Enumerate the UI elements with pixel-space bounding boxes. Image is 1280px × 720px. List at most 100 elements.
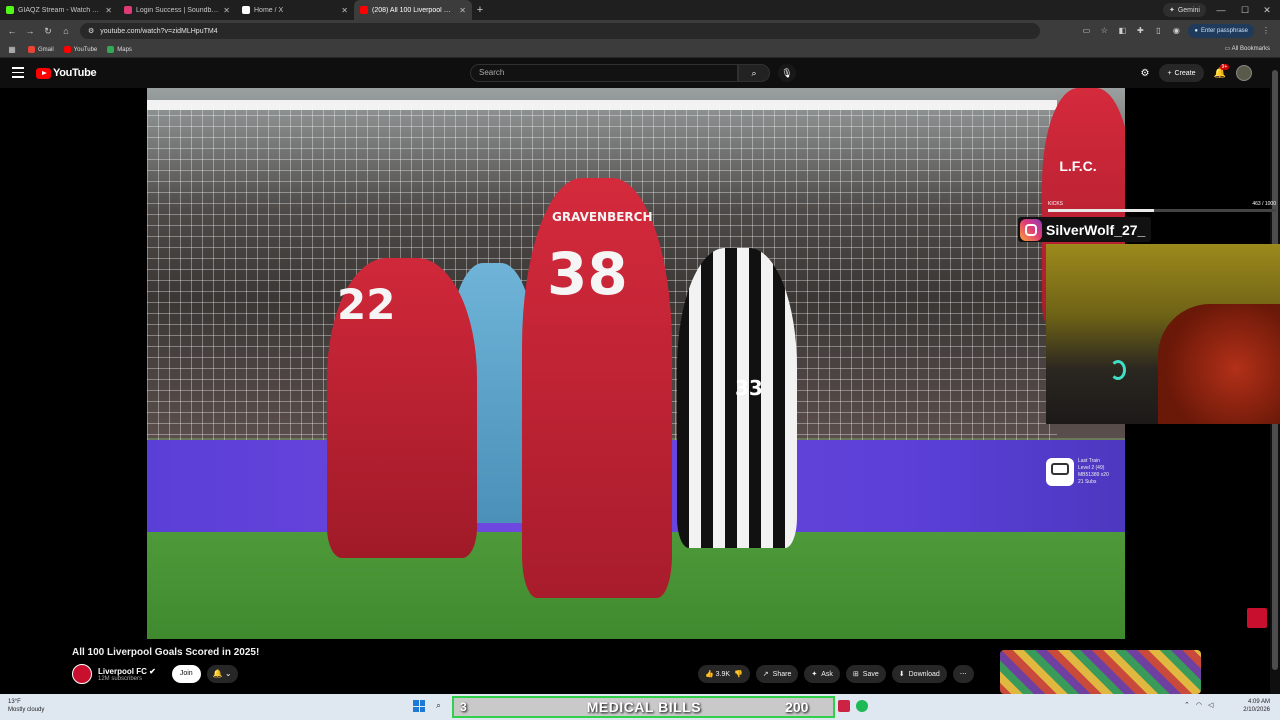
bookmarks-bar: ▦ Gmail YouTube Maps ▭ All Bookmarks bbox=[0, 42, 1280, 58]
plus-icon: + bbox=[1167, 69, 1172, 77]
clock[interactable]: 4:09 AM 2/10/2026 bbox=[1243, 698, 1270, 714]
url-text: youtube.com/watch?v=zidMLHpuTM4 bbox=[100, 27, 218, 35]
sidepanel-icon[interactable]: ▯ bbox=[1152, 25, 1164, 37]
channel-avatar[interactable] bbox=[72, 664, 92, 684]
close-tab-icon[interactable]: ✕ bbox=[223, 6, 230, 15]
x-favicon-icon bbox=[242, 6, 250, 14]
dislike-button[interactable]: 👎 bbox=[734, 670, 743, 678]
verified-icon: ✔ bbox=[149, 666, 156, 676]
channel-watermark-icon[interactable] bbox=[1247, 608, 1267, 628]
weather-widget[interactable]: 13°F Mostly cloudy bbox=[8, 698, 44, 714]
tab-soundboard[interactable]: Login Success | Soundboard Bot ✕ bbox=[118, 0, 236, 20]
extension-gear-icon[interactable]: ⚙ bbox=[1140, 68, 1149, 79]
train-icon bbox=[1046, 458, 1074, 486]
puzzle-icon[interactable]: ✚ bbox=[1134, 25, 1146, 37]
bookmark-label: Maps bbox=[117, 46, 132, 53]
recommended-video-thumbnail[interactable] bbox=[1000, 650, 1201, 694]
notifications-bell-icon[interactable]: 🔔 9+ bbox=[1214, 63, 1230, 79]
create-button[interactable]: + Create bbox=[1159, 64, 1204, 82]
home-icon[interactable]: ⌂ bbox=[58, 23, 74, 39]
search-icon[interactable]: ⌕ bbox=[738, 64, 770, 82]
apps-grid-icon[interactable]: ▦ bbox=[6, 44, 18, 56]
tab-giaqz-stream[interactable]: GIAQZ Stream - Watch Live ✕ bbox=[0, 0, 118, 20]
download-button[interactable]: ⬇ Download bbox=[891, 665, 947, 683]
bookmark-gmail[interactable]: Gmail bbox=[28, 46, 54, 53]
spotify-taskbar-icon[interactable] bbox=[856, 700, 868, 712]
gemini-button[interactable]: ✦ Gemini bbox=[1162, 3, 1206, 17]
youtube-icon bbox=[63, 46, 71, 53]
chevron-up-icon[interactable]: ⌃ bbox=[1184, 701, 1190, 709]
video-title: All 100 Liverpool Goals Scored in 2025! bbox=[72, 647, 260, 658]
defender-number: 33 bbox=[735, 376, 763, 400]
ask-label: Ask bbox=[821, 670, 833, 678]
join-button[interactable]: Join bbox=[171, 665, 201, 683]
jersey-number-22: 22 bbox=[337, 280, 396, 329]
like-button[interactable]: 👍 3.9K bbox=[705, 670, 730, 678]
channel-name-text: Liverpool FC bbox=[98, 666, 147, 676]
hype-train-overlay: Last Train Level 2 (49) MB51389 x20 21 S… bbox=[1046, 458, 1136, 492]
cast-icon[interactable]: ▭ bbox=[1080, 25, 1092, 37]
extension-icon[interactable]: ◧ bbox=[1116, 25, 1128, 37]
lfc-crest: L.F.C. bbox=[1059, 158, 1097, 174]
banner-number: 3 bbox=[460, 700, 467, 714]
app-taskbar-icon[interactable] bbox=[838, 700, 850, 712]
all-bookmarks-button[interactable]: ▭ All Bookmarks bbox=[1225, 45, 1270, 52]
tab-x-home[interactable]: Home / X ✕ bbox=[236, 0, 354, 20]
youtube-logo[interactable]: YouTube bbox=[36, 67, 97, 79]
browser-tab-bar: GIAQZ Stream - Watch Live ✕ Login Succes… bbox=[0, 0, 1280, 20]
search-input[interactable]: Search bbox=[470, 64, 738, 82]
channel-name[interactable]: Liverpool FC ✔ bbox=[98, 667, 156, 676]
download-icon: ⬇ bbox=[898, 671, 905, 678]
bookmark-icon: ⊞ bbox=[852, 671, 859, 678]
ask-button[interactable]: ✦ Ask bbox=[804, 665, 840, 683]
video-player[interactable]: 33 22 GRAVENBERCH 38 L.F.C. bbox=[147, 88, 1125, 639]
thumbs-up-icon: 👍 bbox=[705, 671, 714, 678]
kicks-progress-fill bbox=[1048, 209, 1154, 212]
banner-count: 200 bbox=[785, 699, 809, 715]
toolbar-right: ▭ ☆ ◧ ✚ ▯ ◉ ● Enter passphrase ⋮ bbox=[1080, 20, 1280, 42]
close-tab-icon[interactable]: ✕ bbox=[341, 6, 348, 15]
new-tab-button[interactable]: + bbox=[472, 4, 488, 16]
windows-start-icon[interactable] bbox=[413, 700, 425, 712]
ellipsis-icon: ⋯ bbox=[959, 671, 967, 678]
enter-passphrase-button[interactable]: ● Enter passphrase bbox=[1188, 24, 1254, 38]
address-bar[interactable]: ⚙ youtube.com/watch?v=zidMLHpuTM4 bbox=[80, 23, 1040, 39]
back-arrow-icon[interactable]: ← bbox=[4, 23, 20, 39]
close-tab-icon[interactable]: ✕ bbox=[105, 6, 112, 15]
minimize-button[interactable]: — bbox=[1210, 0, 1232, 20]
share-button[interactable]: ↗ Share bbox=[755, 665, 799, 683]
menu-kebab-icon[interactable]: ⋮ bbox=[1260, 25, 1272, 37]
instagram-icon bbox=[1020, 218, 1042, 241]
bookmark-maps[interactable]: Maps bbox=[107, 46, 132, 53]
lock-icon: ● bbox=[1194, 28, 1198, 34]
youtube-header: YouTube Search ⌕ 🎙 ⚙ + Create 🔔 9+ bbox=[0, 58, 1270, 88]
sparkle-icon: ✦ bbox=[1168, 7, 1175, 14]
bookmark-youtube[interactable]: YouTube bbox=[63, 46, 97, 53]
hamburger-menu-icon[interactable] bbox=[12, 67, 24, 79]
volume-icon[interactable]: ◁ bbox=[1208, 701, 1213, 709]
subscribed-bell-button[interactable]: 🔔 ⌄ bbox=[206, 665, 238, 683]
search-icon[interactable]: ⌕ bbox=[436, 700, 448, 712]
train-line: Last Train bbox=[1078, 458, 1100, 464]
wifi-icon[interactable]: ◠ bbox=[1196, 701, 1202, 709]
profile-icon[interactable]: ◉ bbox=[1170, 25, 1182, 37]
share-label: Share bbox=[772, 670, 792, 678]
reload-icon[interactable]: ↻ bbox=[40, 23, 56, 39]
close-tab-icon[interactable]: ✕ bbox=[459, 6, 466, 15]
more-actions-button[interactable]: ⋯ bbox=[952, 665, 974, 683]
save-button[interactable]: ⊞ Save bbox=[845, 665, 886, 683]
bookmark-star-icon[interactable]: ☆ bbox=[1098, 25, 1110, 37]
close-window-button[interactable]: ✕ bbox=[1256, 0, 1278, 20]
avatar[interactable] bbox=[1236, 65, 1252, 81]
subscriber-count: 12M subscribers bbox=[98, 675, 143, 682]
create-label: Create bbox=[1174, 69, 1196, 77]
passphrase-label: Enter passphrase bbox=[1200, 28, 1248, 34]
gemini-label: Gemini bbox=[1177, 6, 1200, 14]
forward-arrow-icon[interactable]: → bbox=[22, 23, 38, 39]
weather-temp: 13°F bbox=[8, 699, 21, 705]
maximize-button[interactable]: ☐ bbox=[1234, 0, 1256, 20]
site-info-icon[interactable]: ⚙ bbox=[88, 27, 94, 35]
tab-title: (208) All 100 Liverpool Goals bbox=[372, 6, 456, 14]
microphone-icon[interactable]: 🎙 bbox=[778, 64, 796, 82]
tab-youtube-video[interactable]: (208) All 100 Liverpool Goals ✕ bbox=[354, 0, 472, 20]
